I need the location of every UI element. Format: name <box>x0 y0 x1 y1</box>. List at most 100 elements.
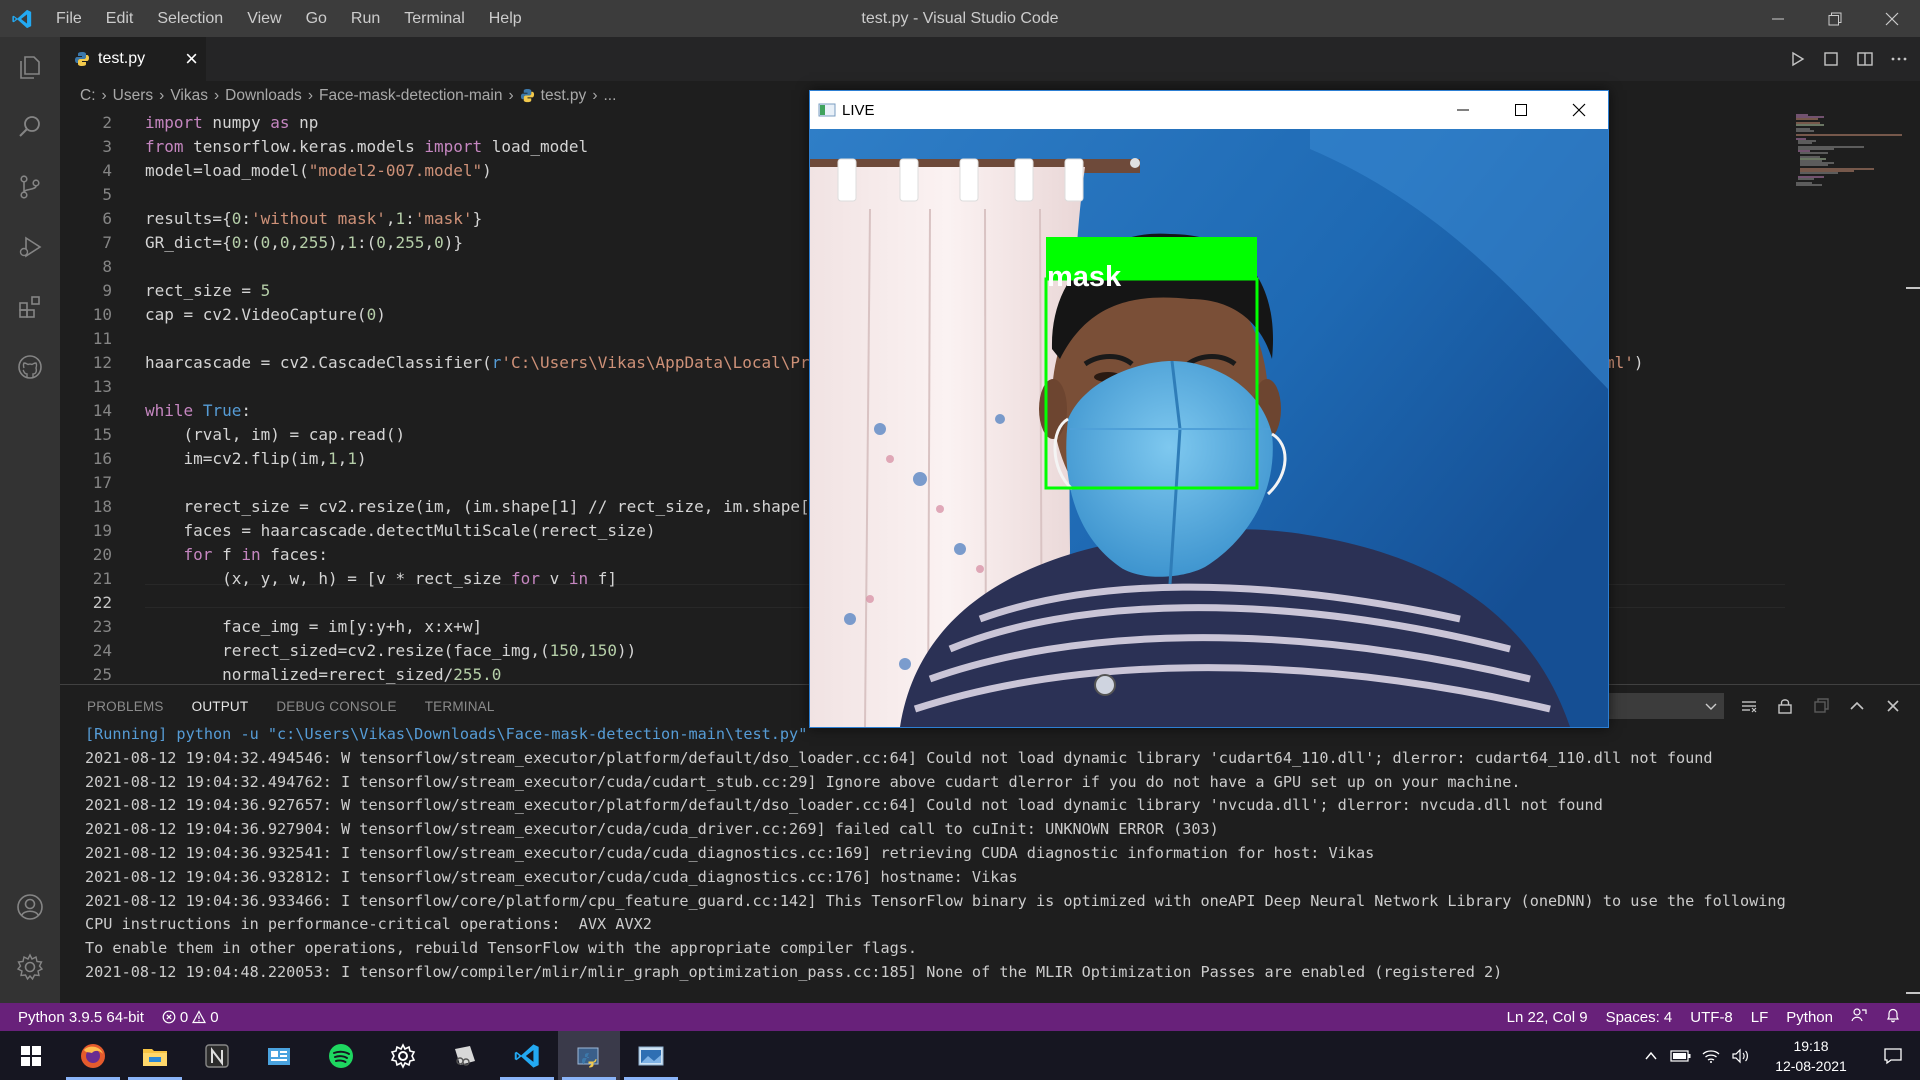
breadcrumb-item[interactable]: ... <box>603 87 616 105</box>
menu-file[interactable]: File <box>44 10 94 28</box>
live-minimize-button[interactable] <box>1434 91 1492 129</box>
live-close-button[interactable] <box>1550 91 1608 129</box>
close-panel-icon[interactable] <box>1882 695 1904 717</box>
output-log[interactable]: [Running] python -u "c:\Users\Vikas\Down… <box>85 723 1885 985</box>
snipping-tool-icon[interactable] <box>434 1031 496 1080</box>
minimize-button[interactable] <box>1749 0 1806 37</box>
line-number: 8 <box>102 257 112 276</box>
extensions-icon[interactable] <box>0 277 60 337</box>
split-editor-icon[interactable] <box>1854 48 1876 70</box>
detection-label: mask <box>1047 261 1122 293</box>
more-actions-icon[interactable] <box>1888 48 1910 70</box>
breadcrumb-item[interactable]: Downloads <box>225 87 302 105</box>
tab-debug-console[interactable]: DEBUG CONSOLE <box>262 699 410 714</box>
live-maximize-button[interactable] <box>1492 91 1550 129</box>
tab-output[interactable]: OUTPUT <box>178 699 263 714</box>
account-icon[interactable] <box>0 877 60 937</box>
code-line: GR_dict={0:(0,0,255),1:(0,255,0)} <box>145 233 463 252</box>
windows-start-icon[interactable] <box>0 1031 62 1080</box>
restore-button[interactable] <box>1806 0 1863 37</box>
feedback-icon[interactable] <box>1842 1007 1876 1027</box>
output-line: 2021-08-12 19:04:32.494546: W tensorflow… <box>85 748 1713 767</box>
run-file-icon[interactable] <box>1786 48 1808 70</box>
bottom-panel: PROBLEMS OUTPUT DEBUG CONSOLE TERMINAL [… <box>60 684 1920 1003</box>
problems-indicator[interactable]: 0 0 <box>153 1009 228 1026</box>
clock[interactable]: 19:18 12-08-2021 <box>1756 1036 1866 1076</box>
tab-problems[interactable]: PROBLEMS <box>60 699 178 714</box>
menu-run[interactable]: Run <box>339 10 392 28</box>
battery-icon[interactable] <box>1666 1031 1696 1080</box>
github-icon[interactable] <box>0 337 60 397</box>
run-debug-icon[interactable] <box>0 217 60 277</box>
settings-gear-icon[interactable] <box>0 937 60 997</box>
wifi-icon[interactable] <box>1696 1031 1726 1080</box>
output-line: 2021-08-12 19:04:36.927657: W tensorflow… <box>85 796 1603 815</box>
search-icon[interactable] <box>0 97 60 157</box>
open-in-editor-icon[interactable] <box>1810 695 1832 717</box>
line-number: 10 <box>92 305 112 324</box>
notifications-icon[interactable] <box>1866 1031 1920 1080</box>
volume-icon[interactable] <box>1726 1031 1756 1080</box>
line-number: 18 <box>92 497 112 516</box>
chevron-up-icon[interactable] <box>1636 1031 1666 1080</box>
close-window-button[interactable] <box>1863 0 1920 37</box>
live-window-taskbar-icon[interactable] <box>620 1031 682 1080</box>
camera-frame: mask <box>810 129 1608 727</box>
breadcrumb-item[interactable]: test.py <box>541 87 587 105</box>
open-preview-icon[interactable] <box>1820 48 1842 70</box>
maximize-panel-icon[interactable] <box>1846 695 1868 717</box>
live-window-titlebar[interactable]: LIVE <box>810 91 1608 129</box>
menu-selection[interactable]: Selection <box>145 10 235 28</box>
editor-scrollbar[interactable] <box>1906 110 1920 684</box>
news-app-icon[interactable] <box>248 1031 310 1080</box>
title-bar: File Edit Selection View Go Run Terminal… <box>0 0 1920 37</box>
encoding[interactable]: UTF-8 <box>1681 1009 1742 1026</box>
panel-scrollbar[interactable] <box>1906 727 1920 1004</box>
chevron-right-icon: › <box>307 86 313 104</box>
spotify-icon[interactable] <box>310 1031 372 1080</box>
vscode-taskbar-icon[interactable] <box>496 1031 558 1080</box>
line-number: 4 <box>102 161 112 180</box>
file-explorer-icon[interactable] <box>124 1031 186 1080</box>
code-line: haarcascade = cv2.CascadeClassifier(r'C:… <box>145 353 810 372</box>
breadcrumb-item[interactable]: Users <box>113 87 153 105</box>
notifications-bell-icon[interactable] <box>1876 1007 1910 1027</box>
tab-terminal[interactable]: TERMINAL <box>411 699 509 714</box>
lock-scroll-icon[interactable] <box>1774 695 1796 717</box>
breadcrumb-item[interactable]: Face-mask-detection-main <box>319 87 502 105</box>
breadcrumb-item[interactable]: Vikas <box>170 87 208 105</box>
cursor-position[interactable]: Ln 22, Col 9 <box>1498 1009 1597 1026</box>
tab-test-py[interactable]: test.py × <box>60 37 206 81</box>
live-camera-window[interactable]: LIVE mask <box>809 90 1609 728</box>
line-number: 25 <box>92 665 112 684</box>
menu-go[interactable]: Go <box>294 10 339 28</box>
clear-output-icon[interactable] <box>1738 695 1760 717</box>
line-number: 24 <box>92 641 112 660</box>
notion-icon[interactable] <box>186 1031 248 1080</box>
live-window-title: LIVE <box>842 101 875 119</box>
language-mode[interactable]: Python <box>1777 1009 1842 1026</box>
line-number: 15 <box>92 425 112 444</box>
explorer-icon[interactable] <box>0 37 60 97</box>
indentation[interactable]: Spaces: 4 <box>1597 1009 1682 1026</box>
menu-edit[interactable]: Edit <box>94 10 146 28</box>
menu-help[interactable]: Help <box>477 10 534 28</box>
code-line: normalized=rerect_sized/255.0 <box>145 665 502 684</box>
editor-tab-bar: test.py × <box>60 37 1920 81</box>
line-ending[interactable]: LF <box>1742 1009 1778 1026</box>
line-number: 11 <box>92 329 112 348</box>
menu-terminal[interactable]: Terminal <box>392 10 476 28</box>
output-line: 2021-08-12 19:04:36.932812: I tensorflow… <box>85 867 1018 886</box>
code-line: rerect_sized=cv2.resize(face_img,(150,15… <box>145 641 637 660</box>
python-app-icon[interactable] <box>558 1031 620 1080</box>
minimap[interactable] <box>1794 112 1904 232</box>
python-interpreter[interactable]: Python 3.9.5 64-bit <box>0 1009 153 1026</box>
code-line: (rval, im) = cap.read() <box>145 425 406 444</box>
breadcrumb-item[interactable]: C: <box>80 87 96 105</box>
settings-app-icon[interactable] <box>372 1031 434 1080</box>
firefox-icon[interactable] <box>62 1031 124 1080</box>
menu-view[interactable]: View <box>235 10 293 28</box>
source-control-icon[interactable] <box>0 157 60 217</box>
close-tab-icon[interactable]: × <box>185 46 198 72</box>
code-line: faces = haarcascade.detectMultiScale(rer… <box>145 521 656 540</box>
